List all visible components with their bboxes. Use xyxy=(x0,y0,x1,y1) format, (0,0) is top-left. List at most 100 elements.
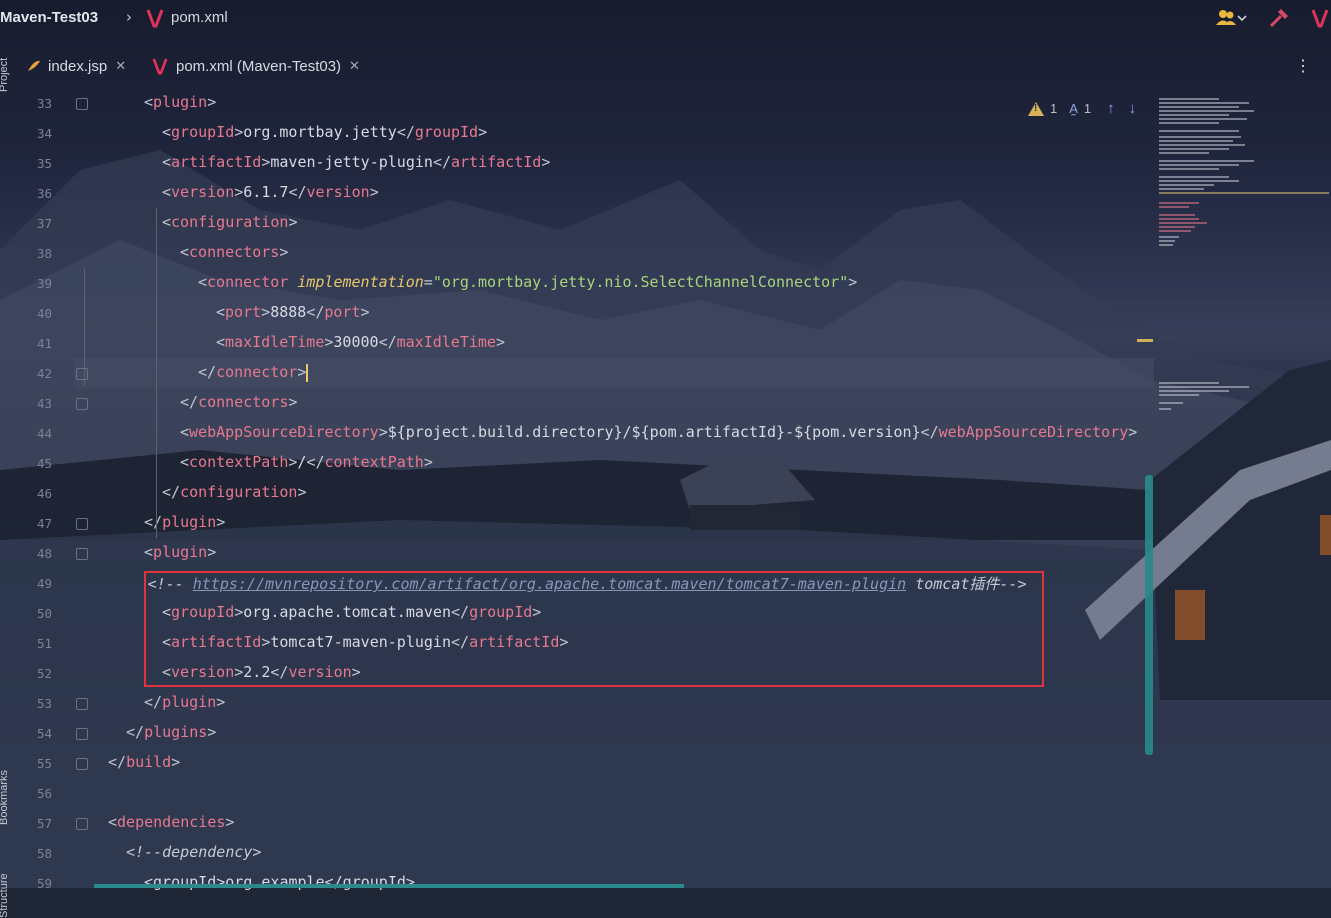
maven-run-icon[interactable] xyxy=(1311,8,1329,28)
code-text[interactable]: <dependencies> xyxy=(108,813,234,831)
code-text[interactable]: <plugin> xyxy=(144,93,216,111)
line-number[interactable]: 55 xyxy=(14,756,52,771)
code-text[interactable]: <version>6.1.7</version> xyxy=(162,183,379,201)
code-line[interactable]: 35 <artifactId>maven-jetty-plugin</artifa… xyxy=(14,148,1154,178)
users-icon[interactable] xyxy=(1216,8,1248,28)
code-line[interactable]: 36 <version>6.1.7</version> xyxy=(14,178,1154,208)
line-number[interactable]: 39 xyxy=(14,276,52,291)
fold-toggle-icon[interactable] xyxy=(76,728,88,740)
fold-toggle-icon[interactable] xyxy=(76,548,88,560)
line-number[interactable]: 34 xyxy=(14,126,52,141)
line-number[interactable]: 52 xyxy=(14,666,52,681)
fold-toggle-icon[interactable] xyxy=(76,818,88,830)
line-number[interactable]: 35 xyxy=(14,156,52,171)
code-line[interactable]: 41 <maxIdleTime>30000</maxIdleTime> xyxy=(14,328,1154,358)
code-line[interactable]: 33 <plugin> xyxy=(14,88,1154,118)
breadcrumb-file[interactable]: pom.xml xyxy=(171,9,228,26)
code-line[interactable]: 57 <dependencies> xyxy=(14,808,1154,838)
code-line[interactable]: 40 <port>8888</port> xyxy=(14,298,1154,328)
line-number[interactable]: 59 xyxy=(14,876,52,891)
code-line[interactable]: 43 </connectors> xyxy=(14,388,1154,418)
code-text[interactable]: <!--dependency> xyxy=(126,843,261,861)
fold-toggle-icon[interactable] xyxy=(76,518,88,530)
code-line[interactable]: 56 xyxy=(14,778,1154,808)
code-text[interactable]: <groupId>org.mortbay.jetty</groupId> xyxy=(162,123,487,141)
fold-toggle-icon[interactable] xyxy=(76,98,88,110)
more-options-icon[interactable]: ⋮ xyxy=(1295,56,1311,75)
code-line[interactable]: 46 </configuration> xyxy=(14,478,1154,508)
code-text[interactable]: <groupId>org.example</groupId> xyxy=(144,873,415,891)
tab-pom-xml[interactable]: pom.xml (Maven-Test03) ✕ xyxy=(152,54,360,78)
line-number[interactable]: 33 xyxy=(14,96,52,111)
code-text[interactable]: <connector implementation="org.mortbay.j… xyxy=(198,273,857,291)
code-line[interactable]: 48 <plugin> xyxy=(14,538,1154,568)
code-text[interactable]: </plugins> xyxy=(126,723,216,741)
line-number[interactable]: 56 xyxy=(14,786,52,801)
code-line[interactable]: 47 </plugin> xyxy=(14,508,1154,538)
code-line[interactable]: 45 <contextPath>/</contextPath> xyxy=(14,448,1154,478)
project-tool-button[interactable]: Project xyxy=(0,58,10,92)
code-line[interactable]: 42 </connector> xyxy=(14,358,1154,388)
code-text[interactable]: <contextPath>/</contextPath> xyxy=(180,453,433,471)
code-text[interactable]: <connectors> xyxy=(180,243,288,261)
code-line[interactable]: 59 <groupId>org.example</groupId> xyxy=(14,868,1154,898)
code-line[interactable]: 55 </build> xyxy=(14,748,1154,778)
line-number[interactable]: 36 xyxy=(14,186,52,201)
close-icon[interactable]: ✕ xyxy=(349,58,360,74)
code-line[interactable]: 39 <connector implementation="org.mortbay… xyxy=(14,268,1154,298)
next-highlight-icon[interactable]: ↓ xyxy=(1129,100,1137,117)
line-number[interactable]: 43 xyxy=(14,396,52,411)
minimap[interactable] xyxy=(1153,88,1331,888)
line-number[interactable]: 57 xyxy=(14,816,52,831)
previous-highlight-icon[interactable]: ↑ xyxy=(1107,100,1115,117)
horizontal-scrollbar[interactable] xyxy=(94,884,684,888)
line-number[interactable]: 51 xyxy=(14,636,52,651)
line-number[interactable]: 41 xyxy=(14,336,52,351)
line-number[interactable]: 58 xyxy=(14,846,52,861)
fold-toggle-icon[interactable] xyxy=(76,698,88,710)
line-number[interactable]: 40 xyxy=(14,306,52,321)
build-hammer-icon[interactable] xyxy=(1268,8,1290,28)
line-number[interactable]: 50 xyxy=(14,606,52,621)
fold-toggle-icon[interactable] xyxy=(76,368,88,380)
code-text[interactable]: </connector> xyxy=(198,363,309,382)
code-text[interactable]: <artifactId>maven-jetty-plugin</artifact… xyxy=(162,153,550,171)
line-number[interactable]: 37 xyxy=(14,216,52,231)
line-number[interactable]: 54 xyxy=(14,726,52,741)
tab-index-jsp[interactable]: index.jsp ✕ xyxy=(26,54,126,78)
close-icon[interactable]: ✕ xyxy=(115,58,126,74)
line-number[interactable]: 53 xyxy=(14,696,52,711)
code-line[interactable]: 34 <groupId>org.mortbay.jetty</groupId> xyxy=(14,118,1154,148)
code-line[interactable]: 53 </plugin> xyxy=(14,688,1154,718)
code-line[interactable]: 38 <connectors> xyxy=(14,238,1154,268)
bookmarks-tool-button[interactable]: Bookmarks xyxy=(0,770,10,825)
code-text[interactable]: </build> xyxy=(108,753,180,771)
code-text[interactable]: <port>8888</port> xyxy=(216,303,370,321)
fold-toggle-icon[interactable] xyxy=(76,398,88,410)
code-text[interactable]: <configuration> xyxy=(162,213,297,231)
code-text[interactable]: <maxIdleTime>30000</maxIdleTime> xyxy=(216,333,505,351)
line-number[interactable]: 48 xyxy=(14,546,52,561)
vertical-scrollbar[interactable] xyxy=(1145,475,1153,755)
code-text[interactable]: </plugin> xyxy=(144,693,225,711)
inspection-widget[interactable]: 1 A̰ 1 ↑ ↓ xyxy=(1028,100,1136,117)
code-text[interactable]: </configuration> xyxy=(162,483,307,501)
line-number[interactable]: 45 xyxy=(14,456,52,471)
code-line[interactable]: 37 <configuration> xyxy=(14,208,1154,238)
breadcrumb-project[interactable]: Maven-Test03 xyxy=(0,9,98,26)
line-number[interactable]: 44 xyxy=(14,426,52,441)
line-number[interactable]: 38 xyxy=(14,246,52,261)
code-line[interactable]: 54 </plugins> xyxy=(14,718,1154,748)
code-editor[interactable]: 33 <plugin> 34 <groupId>org.mortbay.jetty</… xyxy=(14,88,1154,891)
line-number[interactable]: 47 xyxy=(14,516,52,531)
line-number[interactable]: 49 xyxy=(14,576,52,591)
warning-marker[interactable] xyxy=(1137,339,1153,342)
structure-tool-button[interactable]: Structure xyxy=(0,873,10,918)
code-text[interactable]: <webAppSourceDirectory>${project.build.d… xyxy=(180,423,1137,441)
code-text[interactable]: </connectors> xyxy=(180,393,297,411)
line-number[interactable]: 46 xyxy=(14,486,52,501)
line-number[interactable]: 42 xyxy=(14,366,52,381)
fold-toggle-icon[interactable] xyxy=(76,758,88,770)
code-line[interactable]: 44 <webAppSourceDirectory>${project.build… xyxy=(14,418,1154,448)
code-line[interactable]: 58 <!--dependency> xyxy=(14,838,1154,868)
